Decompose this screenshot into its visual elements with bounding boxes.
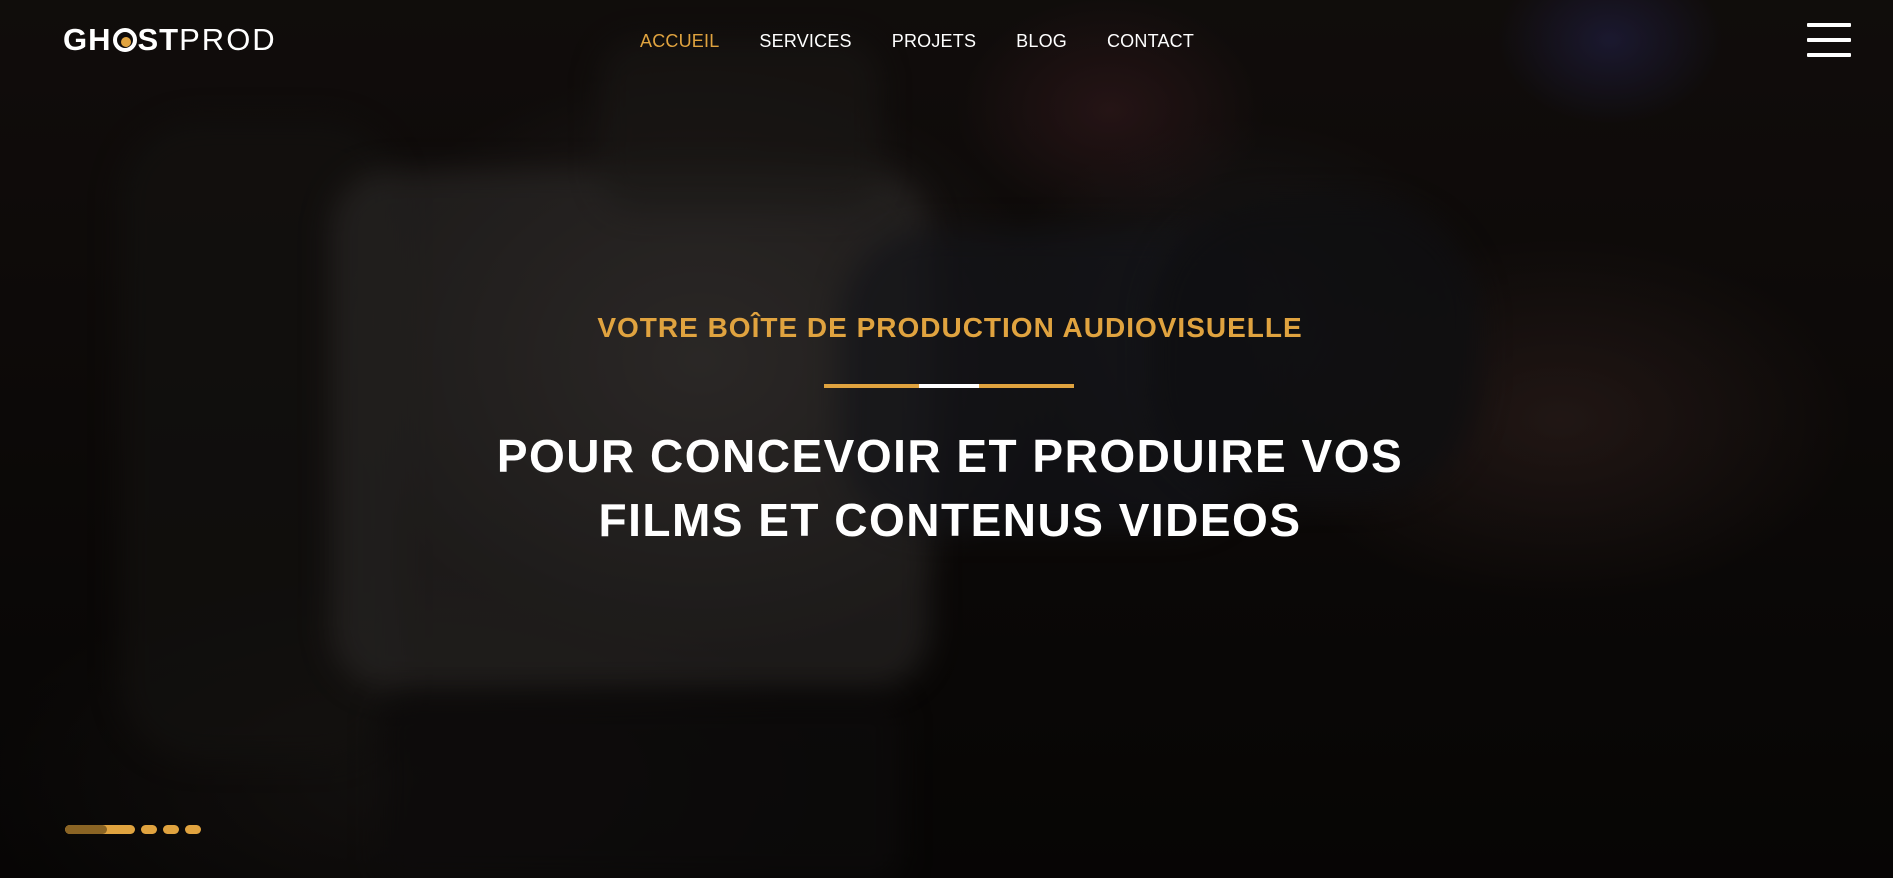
nav-item-contact[interactable]: CONTACT xyxy=(1107,30,1194,52)
divider-highlight xyxy=(919,384,979,388)
logo-eye-icon xyxy=(112,28,137,52)
nav-item-blog[interactable]: BLOG xyxy=(1016,30,1067,52)
site-logo[interactable]: GH ST PROD xyxy=(63,22,277,58)
logo-text-prefix: GH xyxy=(63,22,112,57)
headline-line-1: POUR CONCEVOIR ET PRODUIRE VOS xyxy=(496,430,1404,482)
hamburger-bar xyxy=(1807,23,1851,27)
main-navigation: ACCUEIL SERVICES PROJETS BLOG CONTACT xyxy=(640,30,1194,52)
logo-text-light: PROD xyxy=(179,22,277,57)
hero-divider xyxy=(824,384,1074,388)
hero-headline: POUR CONCEVOIR ET PRODUIRE VOS FILMS ET … xyxy=(0,424,1893,552)
slider-dot-4[interactable] xyxy=(185,825,201,834)
slider-dot-3[interactable] xyxy=(163,825,179,834)
slider-dot-2[interactable] xyxy=(141,825,157,834)
slider-pagination xyxy=(65,825,201,834)
hero-section: GH ST PROD ACCUEIL SERVICES PROJETS BLOG… xyxy=(0,0,1893,878)
slide-progress-fill xyxy=(65,825,107,834)
hero-kicker: VOTRE BOÎTE DE PRODUCTION AUDIOVISUELLE xyxy=(597,312,1303,343)
headline-line-2: FILMS ET CONTENUS VIDEOS xyxy=(598,494,1302,546)
nav-item-projets[interactable]: PROJETS xyxy=(892,30,976,52)
hamburger-menu-icon[interactable] xyxy=(1807,23,1851,59)
nav-item-services[interactable]: SERVICES xyxy=(759,30,851,52)
nav-item-accueil[interactable]: ACCUEIL xyxy=(640,30,719,52)
hamburger-bar xyxy=(1807,53,1851,57)
slider-dot-1[interactable] xyxy=(65,825,135,834)
hamburger-bar xyxy=(1807,38,1851,42)
logo-text-suffix: ST xyxy=(137,22,180,57)
